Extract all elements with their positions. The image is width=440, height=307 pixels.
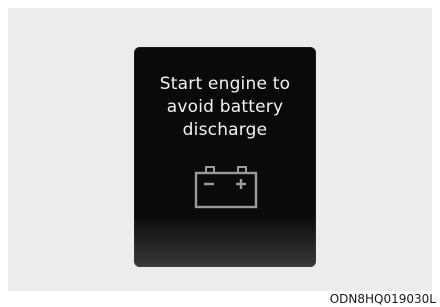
message-line-1: Start engine to [159,74,291,94]
display-bottom-glow [134,215,316,267]
battery-warning-icon [194,166,258,209]
message-line-3: discharge [182,120,268,140]
message-line-2: avoid battery [166,97,284,117]
cluster-display-panel: Start engine to avoid battery discharge [134,47,316,267]
figure-code-label: ODN8HQ019030L [329,292,436,306]
battery-warning-message: Start engine to avoid battery discharge [134,73,316,142]
